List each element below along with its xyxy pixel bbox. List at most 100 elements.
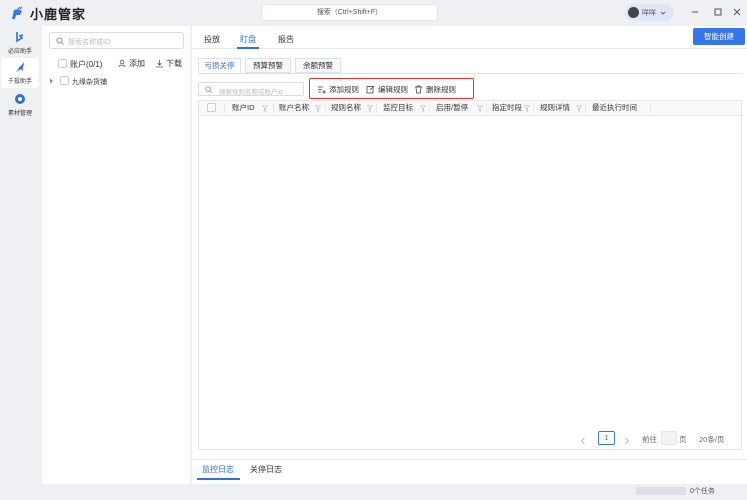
add-account-label: 添加 (129, 59, 145, 68)
column-separator (486, 104, 487, 113)
add-account-button[interactable]: 添加 (118, 58, 145, 69)
chevron-right-icon[interactable] (49, 78, 54, 84)
subtab-loss-stop[interactable]: 亏损关停 (198, 58, 241, 73)
close-icon[interactable] (731, 6, 743, 18)
rail-item-qiantou-assistant[interactable]: 千投助手 (1, 58, 39, 88)
title-bar: 小鹿管家 搜索（Ctrl+Shift+F） 咩咩 (0, 0, 747, 26)
account-list-header: 账户(0/1) 添加 下载 (56, 58, 186, 70)
column-header[interactable]: 启用/暂停 (436, 101, 468, 115)
delete-rule-button[interactable]: 删除规则 (414, 84, 456, 95)
table-body (198, 116, 742, 450)
column-header[interactable]: 规则详情 (540, 101, 570, 115)
delete-rule-label: 删除规则 (426, 85, 456, 94)
global-search-button[interactable]: 搜索（Ctrl+Shift+F） (261, 4, 438, 21)
rail-label: 千投助手 (7, 79, 32, 85)
active-log-tab-indicator (197, 478, 240, 480)
log-tabs: 监控日志 关停日志 (192, 459, 747, 484)
task-progress-bar (636, 487, 686, 495)
rail-label: 必应助手 (7, 49, 32, 55)
rail-item-asset-management[interactable]: 素材管理 (1, 90, 39, 120)
subtab-budget-alert[interactable]: 预算预警 (245, 58, 291, 73)
add-rule-label: 添加规则 (329, 85, 359, 94)
download-icon (156, 60, 163, 68)
account-checkbox[interactable] (60, 76, 69, 85)
page-number-button[interactable]: 1 (598, 431, 615, 445)
subtab-divider (198, 73, 742, 74)
bing-icon (16, 32, 24, 43)
filter-icon[interactable] (524, 105, 530, 112)
column-separator (585, 104, 586, 113)
column-header[interactable]: 监控目标 (383, 101, 413, 115)
download-label: 下载 (166, 59, 182, 68)
rail-item-bing-assistant[interactable]: 必应助手 (1, 28, 39, 58)
column-separator (429, 104, 430, 113)
column-header[interactable]: 规则名称 (331, 101, 361, 115)
table-header: 账户ID 账户名称 规则名称 监控目标 启用/暂停 指定时段 规则详情 最近执行… (198, 100, 742, 116)
tab-stop-log[interactable]: 关停日志 (250, 464, 282, 475)
column-header[interactable]: 账户ID (232, 101, 255, 115)
filter-icon[interactable] (576, 105, 582, 112)
chevron-left-icon[interactable] (580, 434, 586, 448)
asset-icon (15, 94, 25, 104)
trash-icon (415, 85, 422, 94)
status-bar: 0个任务 (0, 484, 747, 500)
active-tab-indicator (237, 47, 259, 49)
user-menu[interactable]: 咩咩 (625, 4, 674, 21)
filter-icon[interactable] (367, 105, 373, 112)
column-separator (650, 104, 651, 113)
download-button[interactable]: 下载 (155, 58, 182, 69)
filter-icon[interactable] (262, 105, 268, 112)
left-rail: 必应助手 千投助手 素材管理 (0, 26, 40, 500)
edit-rule-label: 编辑规则 (378, 85, 408, 94)
task-count-label: 0个任务 (690, 488, 715, 495)
chevron-right-icon[interactable] (624, 434, 630, 448)
main-panel: 投放 盯盘 报告 智能创建 亏损关停 预算预警 余额预警 搜索规则名称或账户id… (192, 26, 747, 484)
filter-icon[interactable] (420, 105, 426, 112)
account-panel: 搜索名称或ID 账户(0/1) 添加 下载 九缘杂货铺 (42, 26, 190, 484)
account-search-placeholder: 搜索名称或ID (68, 39, 110, 46)
page-size-select[interactable]: 20条/页 (699, 434, 724, 448)
tab-monitor[interactable]: 盯盘 (240, 34, 256, 45)
avatar (628, 7, 639, 18)
goto-page-input[interactable] (661, 431, 677, 445)
app-logo: 小鹿管家 (9, 4, 86, 23)
column-separator (273, 104, 274, 113)
app-title: 小鹿管家 (30, 7, 87, 22)
column-separator (533, 104, 534, 113)
tab-delivery[interactable]: 投放 (204, 34, 220, 45)
tab-monitor-log[interactable]: 监控日志 (202, 464, 234, 475)
rule-search-placeholder: 搜索规则名称或账户id (219, 89, 283, 96)
feather-icon (16, 62, 24, 72)
filter-icon[interactable] (315, 105, 321, 112)
column-separator (376, 104, 377, 113)
account-count-label: 账户(0/1) (70, 60, 103, 69)
column-header[interactable]: 最近执行时间 (592, 101, 637, 115)
column-separator (325, 104, 326, 113)
filter-icon[interactable] (477, 105, 483, 112)
column-separator (224, 104, 225, 113)
account-search-input[interactable]: 搜索名称或ID (49, 32, 184, 49)
chevron-down-icon (660, 11, 666, 15)
top-nav: 投放 盯盘 报告 智能创建 (192, 26, 747, 49)
minimize-icon[interactable] (689, 6, 701, 18)
select-all-checkbox[interactable] (58, 59, 67, 68)
edit-icon (366, 85, 375, 94)
column-header[interactable]: 账户名称 (279, 101, 309, 115)
edit-rule-button[interactable]: 编辑规则 (366, 84, 408, 95)
subtab-balance-alert[interactable]: 余额预警 (295, 58, 341, 73)
search-icon (56, 37, 64, 45)
page-unit-label: 页 (679, 435, 687, 444)
smart-create-button[interactable]: 智能创建 (693, 28, 745, 45)
search-icon (205, 86, 212, 93)
account-name: 九缘杂货铺 (72, 79, 107, 86)
add-rule-button[interactable]: 添加规则 (317, 84, 359, 95)
rail-label: 素材管理 (7, 111, 32, 117)
account-tree-item[interactable]: 九缘杂货铺 (47, 75, 185, 87)
select-all-rows-checkbox[interactable] (207, 103, 216, 112)
column-header[interactable]: 指定时段 (492, 101, 522, 115)
rule-search-input[interactable]: 搜索规则名称或账户id (198, 82, 304, 96)
maximize-icon[interactable] (712, 6, 724, 18)
goto-label: 前往 (642, 435, 657, 444)
tab-report[interactable]: 报告 (278, 34, 294, 45)
add-user-icon (118, 59, 126, 68)
